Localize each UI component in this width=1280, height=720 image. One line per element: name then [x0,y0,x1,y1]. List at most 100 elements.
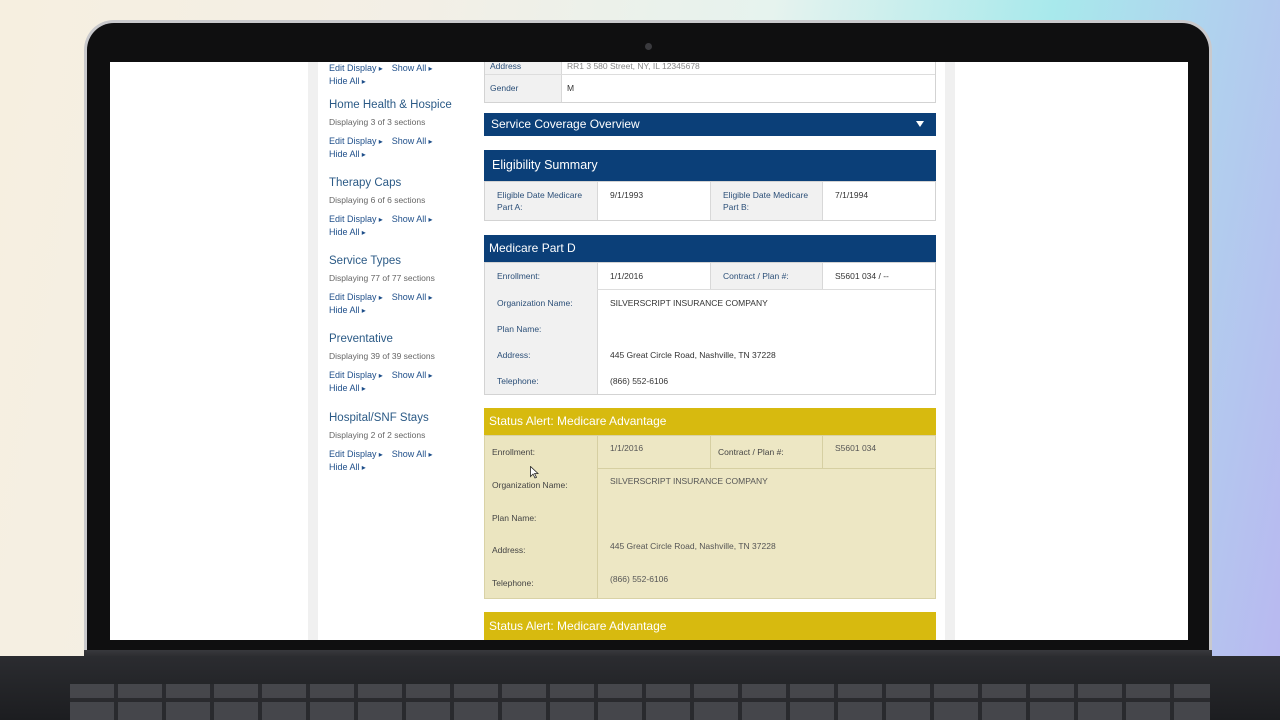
link-row: Edit Display Show All [329,448,479,461]
link-row: Edit Display Show All [329,135,479,148]
part-b-label: Eligible Date Medicare Part B: [723,190,809,212]
link-row: Hide All [329,226,479,239]
status-alert-title: Status Alert: Medicare Advantage [489,619,667,633]
show-all-link[interactable]: Show All [392,370,433,380]
contract-value: S5601 034 / -- [835,271,889,281]
part-a-value: 9/1/1993 [610,190,644,200]
section-count: Displaying 6 of 6 sections [329,195,426,205]
link-row: Hide All [329,382,479,395]
sidebar-section-service-types: Service Types Displaying 77 of 77 sectio… [329,255,479,317]
address-label: Address: [497,350,531,360]
contract-value: S5601 034 [835,443,877,453]
mouse-cursor-icon [530,466,539,479]
divider [597,468,935,469]
section-count: Displaying 77 of 77 sections [329,273,435,283]
chevron-down-icon[interactable] [916,121,924,127]
show-all-link[interactable]: Show All [392,136,433,146]
divider [485,74,935,75]
hide-all-link[interactable]: Hide All [329,76,366,86]
section-count: Displaying 3 of 3 sections [329,117,426,127]
sidebar-section-therapy-caps: Therapy Caps Displaying 6 of 6 sections … [329,177,479,239]
enrollment-label: Enrollment: [492,447,535,457]
section-title[interactable]: Hospital/SNF Stays [329,412,479,424]
plan-label: Plan Name: [497,324,542,334]
eligibility-header: Eligibility Summary [484,150,936,181]
show-all-link[interactable]: Show All [392,63,433,73]
eligibility-box: Eligible Date Medicare Part A: 9/1/1993 … [484,181,936,221]
org-value: SILVERSCRIPT INSURANCE COMPANY [610,298,768,308]
edit-display-link[interactable]: Edit Display [329,214,383,224]
part-d-box: Enrollment: 1/1/2016 Contract / Plan #: … [484,262,936,395]
show-all-link[interactable]: Show All [392,449,433,459]
section-count: Displaying 39 of 39 sections [329,351,435,361]
org-value: SILVERSCRIPT INSURANCE COMPANY [610,476,768,486]
sidebar-section-home-health: Home Health & Hospice Displaying 3 of 3 … [329,99,479,161]
phone-label: Telephone: [492,578,534,588]
status-alert-title: Status Alert: Medicare Advantage [489,414,667,428]
show-all-link[interactable]: Show All [392,292,433,302]
address-value: RR1 3 580 Street, NY, IL 12345678 [567,62,700,71]
address-value: 445 Great Circle Road, Nashville, TN 372… [610,541,776,551]
enrollment-value: 1/1/2016 [610,443,644,453]
part-d-title: Medicare Part D [489,241,576,255]
section-title[interactable]: Preventative [329,333,479,345]
contract-label: Contract / Plan #: [718,447,784,457]
edit-display-link[interactable]: Edit Display [329,63,383,73]
hide-all-link[interactable]: Hide All [329,305,366,315]
link-row: Hide All [329,148,479,161]
section-count: Displaying 2 of 2 sections [329,430,426,440]
section-title[interactable]: Service Types [329,255,479,267]
link-row: Hide All [329,75,479,88]
page-gutter-right [945,62,955,640]
hide-all-link[interactable]: Hide All [329,227,366,237]
phone-value: (866) 552-6106 [610,376,669,386]
link-row: Edit Display Show All [329,369,479,382]
part-a-label: Eligible Date Medicare Part A: [497,190,583,212]
browser-screen: Edit Display Show All Hide All Home Healt… [110,62,1188,640]
divider [822,182,823,220]
section-title[interactable]: Home Health & Hospice [329,99,479,111]
part-d-header: Medicare Part D [484,235,936,262]
hide-all-link[interactable]: Hide All [329,462,366,472]
sidebar-section-hospital-snf: Hospital/SNF Stays Displaying 2 of 2 sec… [329,412,479,474]
edit-display-link[interactable]: Edit Display [329,136,383,146]
divider [822,436,823,468]
page-gutter-left [308,62,318,640]
coverage-overview-title: Service Coverage Overview [491,117,640,131]
status-alert-box: Enrollment: 1/1/2016 Contract / Plan #: … [484,435,936,599]
divider [710,263,711,289]
section-title[interactable]: Therapy Caps [329,177,479,189]
hide-all-link[interactable]: Hide All [329,149,366,159]
plan-label: Plan Name: [492,513,537,523]
edit-display-link[interactable]: Edit Display [329,370,383,380]
divider [561,62,562,102]
address-label: Address [490,62,522,71]
contract-label: Contract / Plan #: [723,271,789,281]
edit-display-link[interactable]: Edit Display [329,449,383,459]
enrollment-value: 1/1/2016 [610,271,644,281]
enrollment-label: Enrollment: [497,271,540,281]
address-value: 445 Great Circle Road, Nashville, TN 372… [610,350,776,360]
link-row: Edit Display Show All [329,62,479,75]
part-b-value: 7/1/1994 [835,190,869,200]
show-all-link[interactable]: Show All [392,214,433,224]
gender-label: Gender [490,83,519,93]
edit-display-link[interactable]: Edit Display [329,292,383,302]
divider [597,436,598,598]
keyboard-keys [70,684,1210,720]
link-row: Hide All [329,461,479,474]
gender-value: M [567,83,575,93]
divider [597,263,598,394]
divider [597,182,598,220]
phone-value: (866) 552-6106 [610,574,669,584]
phone-label: Telephone: [497,376,539,386]
org-label: Organization Name: [492,480,568,490]
divider [710,182,711,220]
address-label: Address: [492,545,526,555]
hide-all-link[interactable]: Hide All [329,383,366,393]
link-row: Edit Display Show All [329,291,479,304]
coverage-overview-header[interactable]: Service Coverage Overview [484,113,936,136]
divider [597,289,935,290]
webcam [645,43,652,50]
divider [822,263,823,289]
